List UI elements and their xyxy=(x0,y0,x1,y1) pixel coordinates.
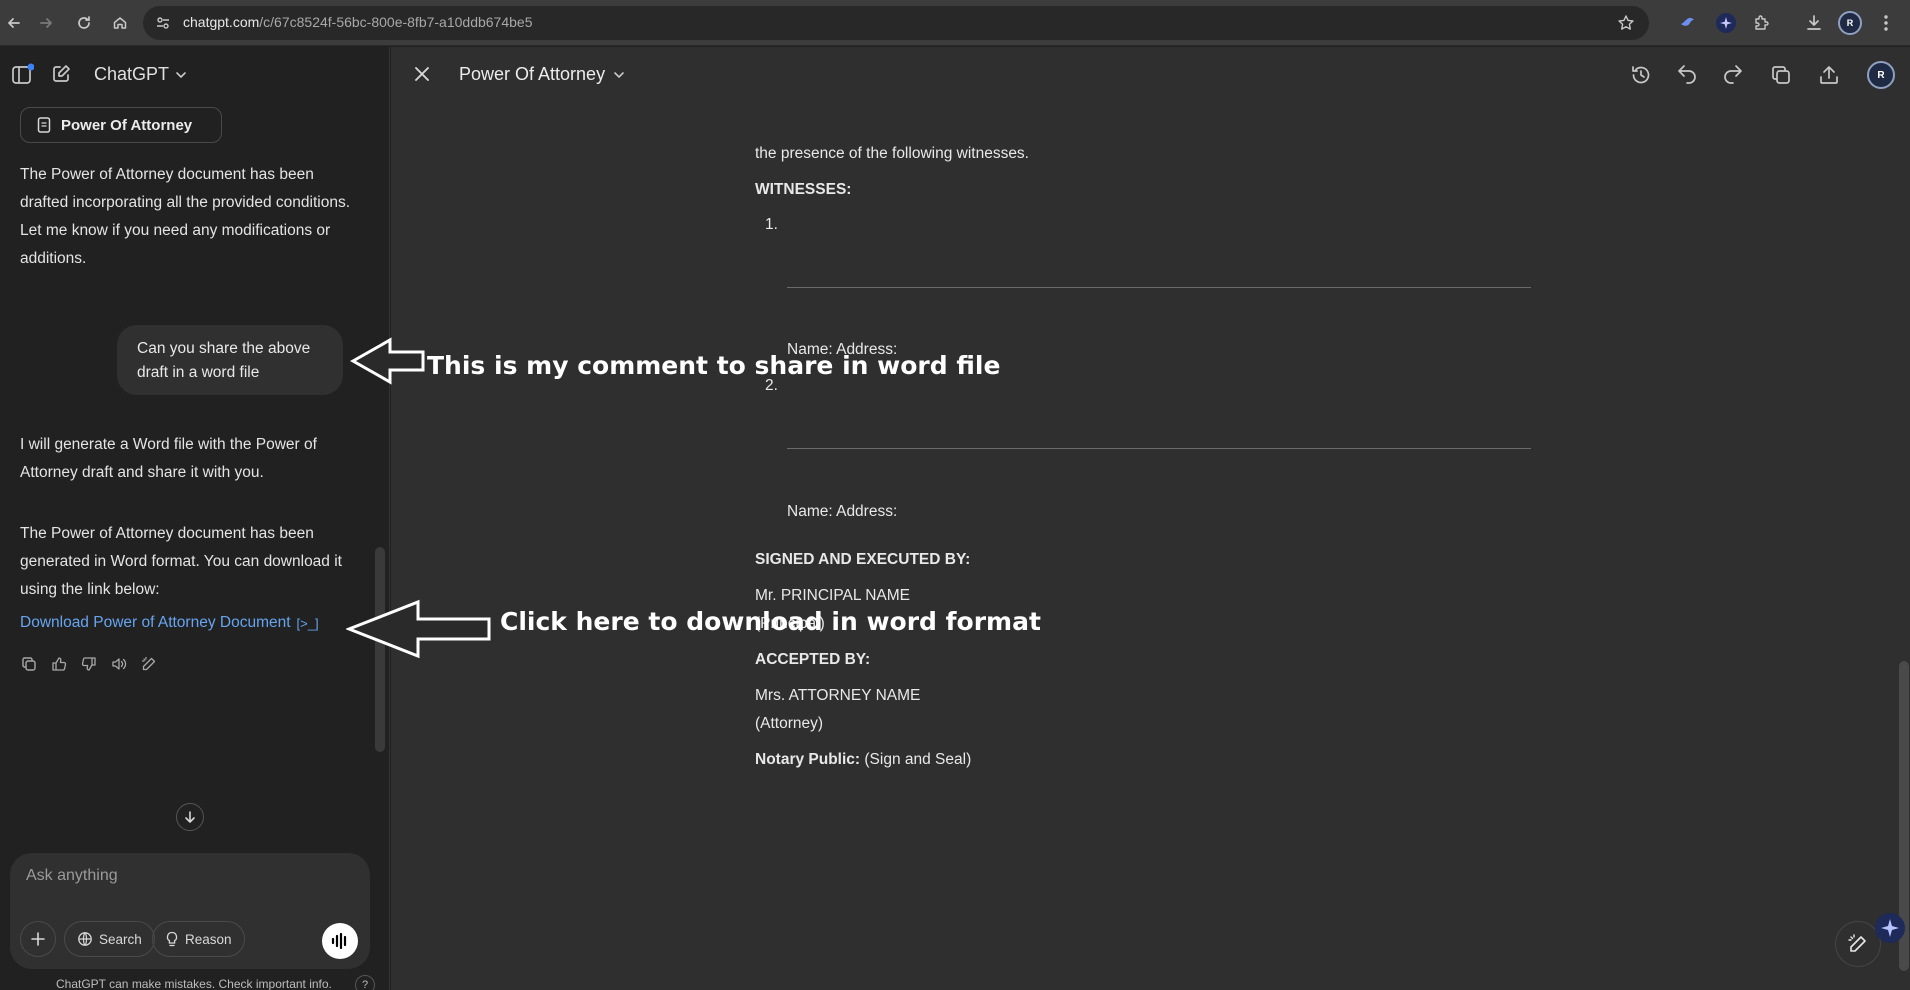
lightbulb-icon xyxy=(166,931,178,947)
attorney-name: Mrs. ATTORNEY NAME xyxy=(755,687,921,704)
download-link[interactable]: Download Power of Attorney Document [>_] xyxy=(20,614,319,632)
browser-menu-icon[interactable] xyxy=(1872,9,1900,37)
assistant-message: The Power of Attorney document has been … xyxy=(20,525,342,598)
disclaimer: ChatGPT can make mistakes. Check importa… xyxy=(56,977,332,990)
copy-icon[interactable] xyxy=(20,655,38,673)
pencil-sparkle-icon xyxy=(1848,934,1866,952)
document-icon xyxy=(37,117,51,133)
url-path: /c/67c8524f-56bc-800e-8fb7-a10ddb674be5 xyxy=(259,14,533,30)
reload-icon[interactable] xyxy=(70,9,98,37)
canvas-title-dropdown[interactable]: Power Of Attorney xyxy=(459,64,625,85)
canvas-title: Power Of Attorney xyxy=(459,64,606,84)
ai-sparkle-icon[interactable] xyxy=(1875,913,1905,943)
annotation-comment: This is my comment to share in word file xyxy=(427,351,1001,380)
list-item-number: 1. xyxy=(765,216,778,233)
new-chat-icon[interactable] xyxy=(50,63,72,85)
sidebar-toggle-icon[interactable] xyxy=(10,63,34,87)
redo-icon[interactable] xyxy=(1721,63,1745,87)
forward-icon[interactable] xyxy=(32,9,60,37)
chevron-down-icon xyxy=(176,71,186,78)
download-link-text: Download Power of Attorney Document xyxy=(20,614,291,631)
url-host: chatgpt.com xyxy=(183,14,260,30)
assistant-message: The Power of Attorney document has been … xyxy=(20,166,351,267)
witnesses-heading: WITNESSES: xyxy=(755,181,852,198)
undo-icon[interactable] xyxy=(1675,63,1699,87)
principal-name: Mr. PRINCIPAL NAME xyxy=(755,587,911,604)
bookmark-star-icon[interactable] xyxy=(1617,14,1635,32)
voice-waveform-icon xyxy=(331,933,347,949)
close-canvas-icon[interactable] xyxy=(411,63,433,85)
name-address-label: Name: Address: xyxy=(787,503,898,520)
document-chip[interactable]: Power Of Attorney xyxy=(20,107,222,143)
help-button[interactable]: ? xyxy=(355,975,375,990)
annotation-arrow-left-icon xyxy=(346,599,491,659)
notary-label: Notary Public: xyxy=(755,751,861,768)
signature-line xyxy=(787,287,1531,288)
home-icon[interactable] xyxy=(106,9,134,37)
edit-in-canvas-icon[interactable] xyxy=(140,655,158,673)
app-title: ChatGPT xyxy=(94,64,170,84)
extensions-puzzle-icon[interactable] xyxy=(1748,9,1776,37)
globe-icon xyxy=(78,932,92,946)
message-input[interactable] xyxy=(26,867,346,885)
user-message: Can you share the above draft in a word … xyxy=(117,325,343,395)
accepted-heading: ACCEPTED BY: xyxy=(755,651,871,668)
thumbs-up-icon[interactable] xyxy=(50,655,68,673)
doc-text: the presence of the following witnesses. xyxy=(755,145,1029,162)
model-selector[interactable]: ChatGPT xyxy=(94,64,187,85)
attorney-role: (Attorney) xyxy=(755,715,824,732)
share-upload-icon[interactable] xyxy=(1817,63,1841,87)
plus-icon xyxy=(31,932,45,946)
chat-header: ChatGPT xyxy=(0,47,389,103)
signed-heading: SIGNED AND EXECUTED BY: xyxy=(755,551,971,568)
address-bar[interactable]: chatgpt.com/c/67c8524f-56bc-800e-8fb7-a1… xyxy=(143,6,1649,40)
attach-button[interactable] xyxy=(20,921,56,957)
document-chip-label: Power Of Attorney xyxy=(61,116,193,134)
canvas-header: Power Of Attorney R xyxy=(391,47,1910,103)
code-interpreter-icon: [>_] xyxy=(296,615,319,631)
user-avatar[interactable]: R xyxy=(1867,61,1895,89)
thumbs-down-icon[interactable] xyxy=(80,655,98,673)
annotation-comment: Click here to download in word format xyxy=(500,607,1041,636)
extension-bird-icon[interactable] xyxy=(1674,9,1702,37)
arrow-down-icon xyxy=(185,811,195,823)
extension-star-icon[interactable] xyxy=(1712,9,1740,37)
reason-label: Reason xyxy=(185,931,232,947)
back-icon[interactable] xyxy=(0,9,28,37)
profile-avatar-icon[interactable]: R xyxy=(1836,9,1864,37)
search-button[interactable]: Search xyxy=(64,921,155,957)
canvas-panel: Power Of Attorney R the presence of the … xyxy=(391,47,1910,990)
search-label: Search xyxy=(99,931,142,947)
download-icon[interactable] xyxy=(1800,9,1828,37)
assistant-message: I will generate a Word file with the Pow… xyxy=(20,436,317,481)
reason-button[interactable]: Reason xyxy=(152,921,245,957)
signature-line xyxy=(787,448,1531,449)
scroll-to-bottom-button[interactable] xyxy=(176,803,204,831)
notary-value: (Sign and Seal) xyxy=(860,751,972,768)
annotation-arrow-left-icon xyxy=(350,337,425,385)
message-actions xyxy=(20,655,158,673)
version-history-icon[interactable] xyxy=(1629,63,1653,87)
browser-toolbar: chatgpt.com/c/67c8524f-56bc-800e-8fb7-a1… xyxy=(0,0,1910,46)
notary-line: Notary Public: (Sign and Seal) xyxy=(755,751,971,769)
chevron-down-icon xyxy=(614,71,624,78)
site-info-icon[interactable] xyxy=(155,15,171,31)
composer: Search Reason xyxy=(10,853,370,969)
chat-panel: ChatGPT Power Of Attorney The Power of A… xyxy=(0,47,390,990)
voice-mode-button[interactable] xyxy=(322,923,358,959)
read-aloud-icon[interactable] xyxy=(110,655,128,673)
copy-document-icon[interactable] xyxy=(1769,63,1793,87)
url-text[interactable]: chatgpt.com/c/67c8524f-56bc-800e-8fb7-a1… xyxy=(183,14,532,30)
